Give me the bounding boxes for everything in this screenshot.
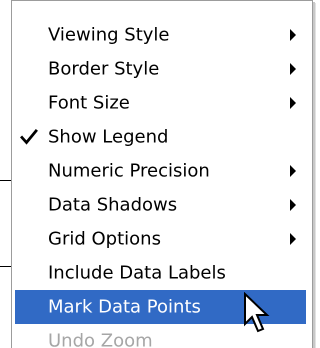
menu-item-label: Show Legend (48, 126, 169, 148)
menu-item-numeric-precision[interactable]: Numeric Precision (15, 154, 306, 188)
menu-item-font-size[interactable]: Font Size (15, 86, 306, 120)
menu-item-label: Numeric Precision (48, 160, 210, 182)
menu-item-mark-data-points[interactable]: Mark Data Points (15, 290, 306, 324)
menu-item-label: Undo Zoom (48, 330, 153, 348)
menu-item-label: Border Style (48, 58, 160, 80)
menu-item-label: Data Shadows (48, 194, 178, 216)
submenu-arrow-icon (290, 29, 296, 41)
menu-item-label: Include Data Labels (48, 262, 226, 284)
menu-item-undo-zoom: Undo Zoom (15, 324, 306, 348)
menu-item-grid-options[interactable]: Grid Options (15, 222, 306, 256)
menu-item-label: Viewing Style (48, 24, 170, 46)
menu-item-show-legend[interactable]: Show Legend (15, 120, 306, 154)
menu-item-include-data-labels[interactable]: Include Data Labels (15, 256, 306, 290)
submenu-arrow-icon (290, 233, 296, 245)
menu-item-label: Font Size (48, 92, 130, 114)
menu-item-data-shadows[interactable]: Data Shadows (15, 188, 306, 222)
checkmark-icon (20, 129, 38, 145)
context-menu: Viewing Style Border Style Font Size Sho… (11, 0, 313, 348)
submenu-arrow-icon (290, 97, 296, 109)
menu-item-label: Mark Data Points (48, 296, 201, 318)
menu-item-label: Grid Options (48, 228, 161, 250)
screen: Viewing Style Border Style Font Size Sho… (0, 0, 318, 348)
menu-item-viewing-style[interactable]: Viewing Style (15, 18, 306, 52)
submenu-arrow-icon (290, 165, 296, 177)
submenu-arrow-icon (290, 63, 296, 75)
menu-item-border-style[interactable]: Border Style (15, 52, 306, 86)
submenu-arrow-icon (290, 199, 296, 211)
